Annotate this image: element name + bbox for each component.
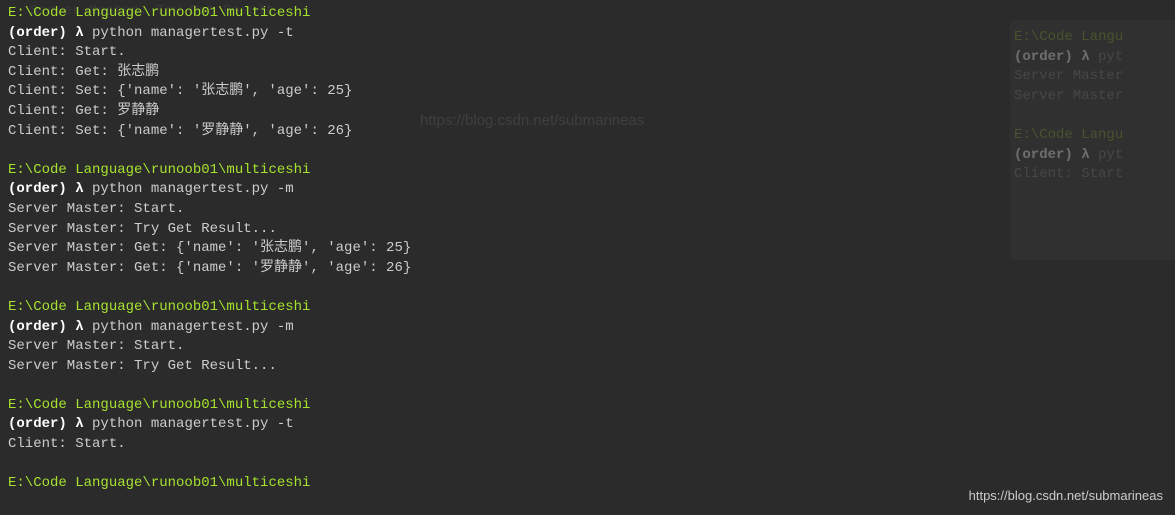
- terminal-command: python managertest.py -m: [92, 181, 294, 197]
- terminal-line: E:\Code Language\runoob01\multiceshi: [8, 4, 1167, 24]
- terminal-path: E:\Code Language\runoob01\multiceshi: [8, 299, 310, 315]
- terminal-line: (order) λ python managertest.py -m: [8, 318, 1167, 338]
- terminal-output: Client: Set: {'name': '张志鹏', 'age': 25}: [8, 82, 1167, 102]
- terminal-blank-line: [8, 278, 1167, 298]
- terminal-output: Server Master: Get: {'name': '罗静静', 'age…: [8, 259, 1167, 279]
- terminal-output: Server Master: Start.: [8, 337, 1167, 357]
- watermark-bottom-right: https://blog.csdn.net/submarineas: [969, 487, 1163, 505]
- terminal-line: E:\Code Language\runoob01\multiceshi: [8, 161, 1167, 181]
- terminal-output: Client: Get: 罗静静: [8, 102, 1167, 122]
- terminal-output: Server Master: Get: {'name': '张志鹏', 'age…: [8, 239, 1167, 259]
- terminal-path: E:\Code Language\runoob01\multiceshi: [8, 5, 310, 21]
- prompt-lambda: λ: [75, 319, 83, 335]
- prompt-lambda: λ: [75, 25, 83, 41]
- prompt-lambda: λ: [75, 181, 83, 197]
- terminal-line: (order) λ python managertest.py -t: [8, 415, 1167, 435]
- prompt-env: (order): [8, 416, 67, 432]
- terminal-blank-line: [8, 376, 1167, 396]
- terminal-output: Client: Start.: [8, 435, 1167, 455]
- terminal-main[interactable]: E:\Code Language\runoob01\multiceshi (or…: [0, 0, 1175, 498]
- terminal-output: Client: Set: {'name': '罗静静', 'age': 26}: [8, 122, 1167, 142]
- terminal-command: python managertest.py -t: [92, 25, 294, 41]
- terminal-path: E:\Code Language\runoob01\multiceshi: [8, 475, 310, 491]
- terminal-output: Client: Get: 张志鹏: [8, 63, 1167, 83]
- terminal-output: Server Master: Start.: [8, 200, 1167, 220]
- prompt-env: (order): [8, 181, 67, 197]
- terminal-line: E:\Code Language\runoob01\multiceshi: [8, 298, 1167, 318]
- terminal-command: python managertest.py -t: [92, 416, 294, 432]
- prompt-env: (order): [8, 319, 67, 335]
- terminal-blank-line: [8, 141, 1167, 161]
- terminal-path: E:\Code Language\runoob01\multiceshi: [8, 162, 310, 178]
- terminal-blank-line: [8, 455, 1167, 475]
- prompt-lambda: λ: [75, 416, 83, 432]
- prompt-env: (order): [8, 25, 67, 41]
- terminal-output: Server Master: Try Get Result...: [8, 357, 1167, 377]
- terminal-path: E:\Code Language\runoob01\multiceshi: [8, 397, 310, 413]
- terminal-line: (order) λ python managertest.py -t: [8, 24, 1167, 44]
- terminal-output: Server Master: Try Get Result...: [8, 220, 1167, 240]
- terminal-line: (order) λ python managertest.py -m: [8, 180, 1167, 200]
- terminal-command: python managertest.py -m: [92, 319, 294, 335]
- terminal-output: Client: Start.: [8, 43, 1167, 63]
- terminal-line: E:\Code Language\runoob01\multiceshi: [8, 396, 1167, 416]
